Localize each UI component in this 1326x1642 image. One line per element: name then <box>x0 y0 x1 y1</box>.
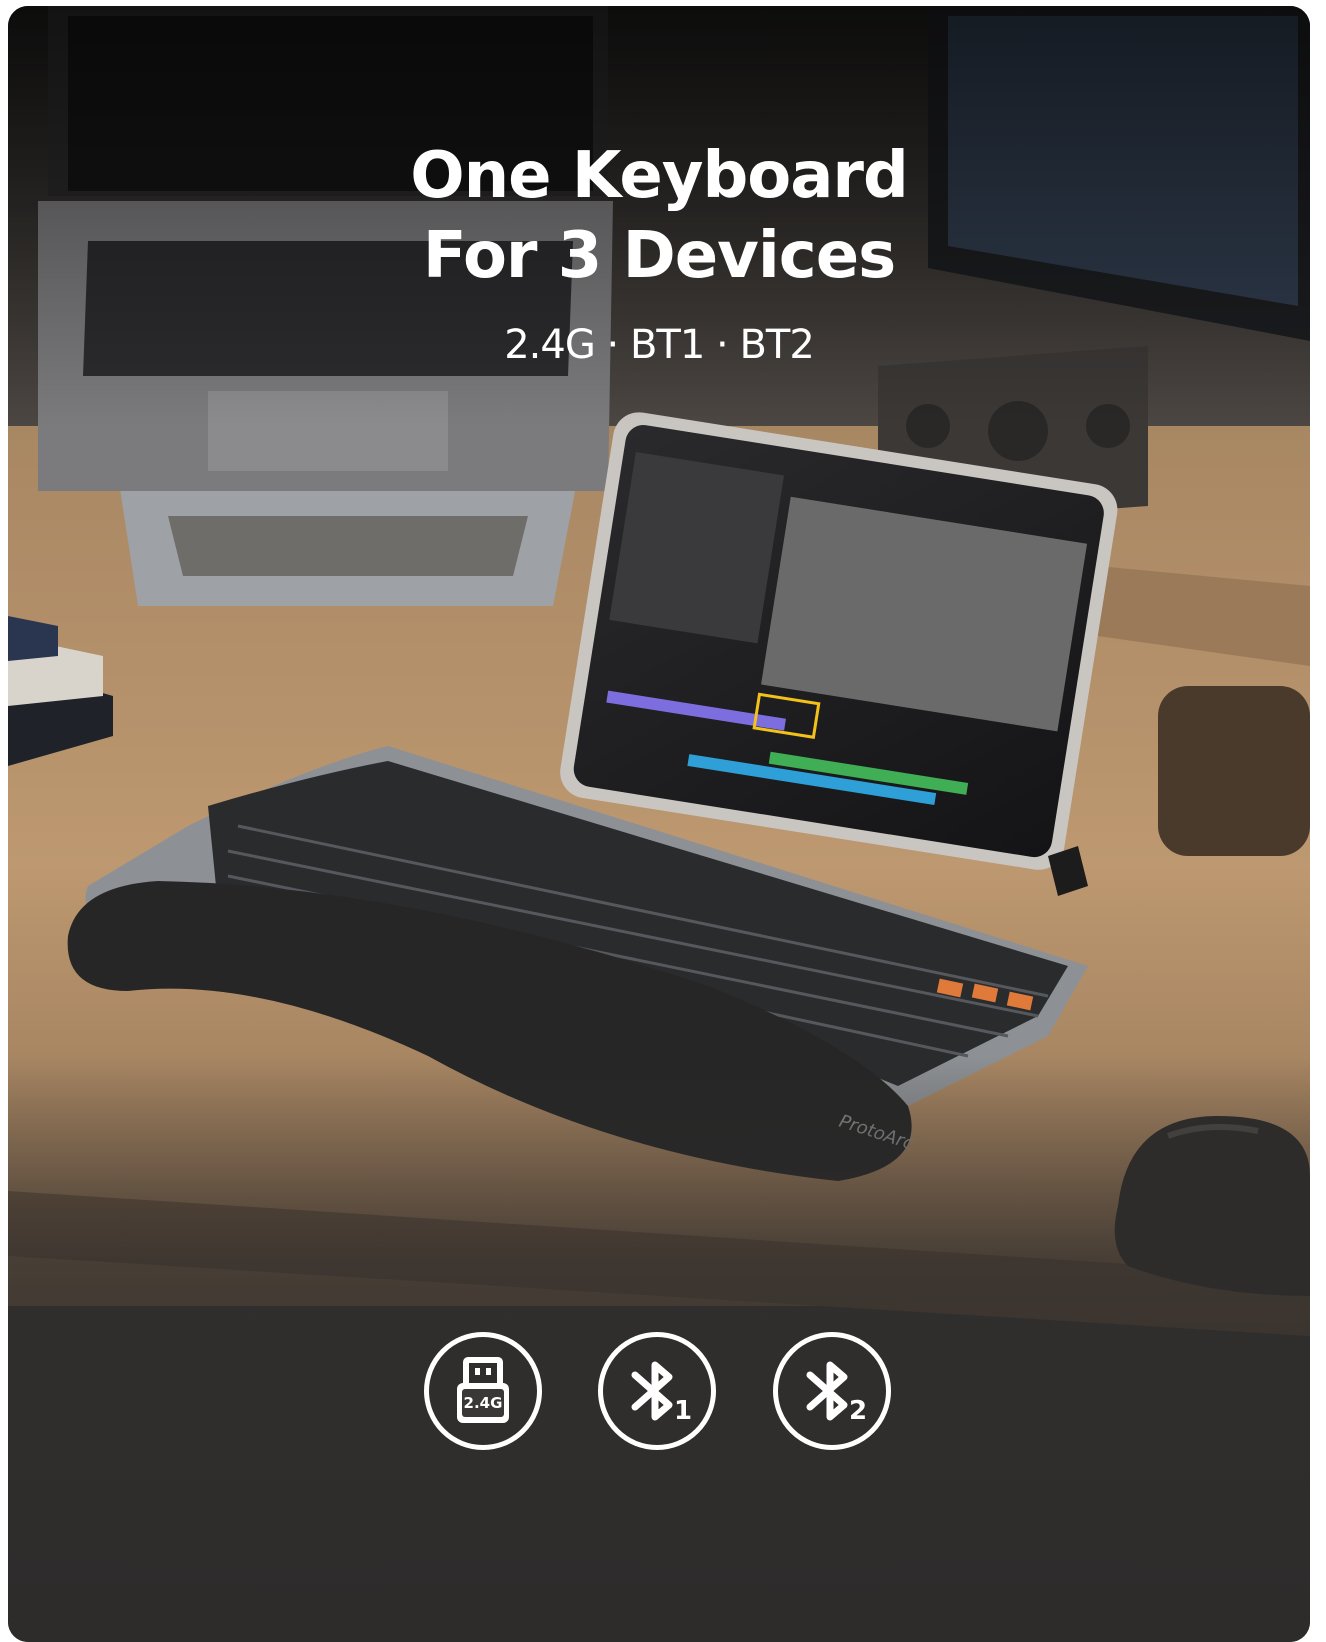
bluetooth-2-icon: 2 <box>773 1332 891 1450</box>
headline-line-2: For 3 Devices <box>422 219 896 293</box>
bluetooth-1-number: 1 <box>674 1396 692 1426</box>
usb-receiver-icon: 2.4G <box>424 1332 542 1450</box>
headline-line-1: One Keyboard <box>410 139 909 213</box>
connection-modes-subtitle: 2.4G · BT1 · BT2 <box>504 322 815 368</box>
bluetooth-1-icon: 1 <box>598 1332 716 1450</box>
bluetooth-2-number: 2 <box>849 1396 867 1426</box>
product-banner: ProtoArc One Keyboard For 3 Devices 2.4G… <box>8 6 1310 1642</box>
usb-receiver-label: 2.4G <box>464 1394 503 1412</box>
